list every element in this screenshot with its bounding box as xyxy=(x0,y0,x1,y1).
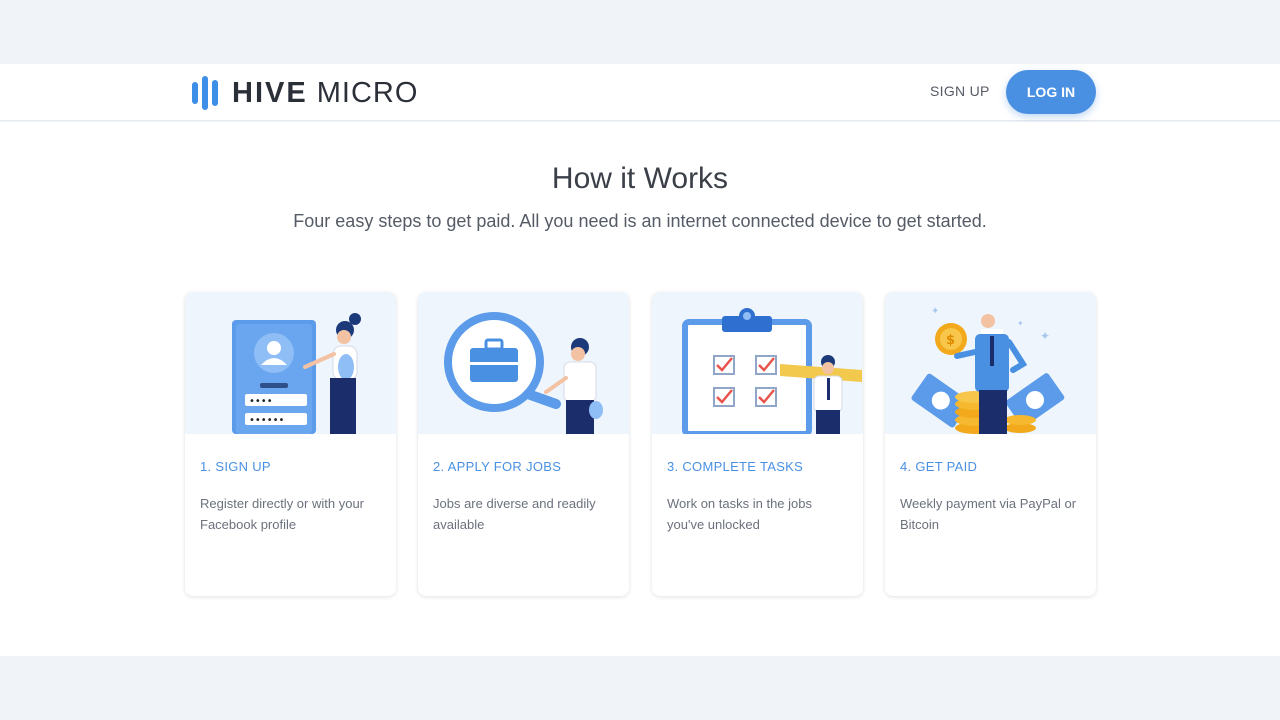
apply-jobs-illustration xyxy=(418,292,629,434)
step-card-get-paid: $ ✦ ✦ ✦ 4. GET PAID Weekly payment via P… xyxy=(885,292,1096,596)
step-description: Work on tasks in the jobs you've unlocke… xyxy=(667,496,812,532)
step-title: 1. SIGN UP xyxy=(200,459,271,474)
signup-illustration: •••• •••••• xyxy=(185,292,396,434)
step-title: 2. APPLY FOR JOBS xyxy=(433,459,562,474)
get-paid-illustration: $ ✦ ✦ ✦ xyxy=(885,292,1096,434)
login-button[interactable]: LOG IN xyxy=(1006,70,1096,114)
step-card-apply: 2. APPLY FOR JOBS Jobs are diverse and r… xyxy=(418,292,629,596)
step-description: Weekly payment via PayPal or Bitcoin xyxy=(900,496,1077,532)
logo-bold-text: HIVE xyxy=(232,76,308,109)
logo-bars-icon xyxy=(192,76,218,110)
step-card-complete: 3. COMPLETE TASKS Work on tasks in the j… xyxy=(652,292,863,596)
top-band xyxy=(0,0,1280,64)
logo[interactable]: HIVE MICRO xyxy=(192,76,418,110)
step-card-signup: •••• •••••• 1. SIGN UP Register directly… xyxy=(185,292,396,596)
how-it-works-section: How it Works Four easy steps to get paid… xyxy=(0,122,1280,656)
svg-text:$: $ xyxy=(946,333,955,348)
step-description: Jobs are diverse and readily available xyxy=(433,496,596,532)
step-title: 4. GET PAID xyxy=(900,459,978,474)
site-header: HIVE MICRO SIGN UP LOG IN xyxy=(0,64,1280,121)
step-title: 3. COMPLETE TASKS xyxy=(667,459,804,474)
svg-text:✦: ✦ xyxy=(1040,329,1050,343)
bottom-band xyxy=(0,656,1280,720)
section-subtitle: Four easy steps to get paid. All you nee… xyxy=(293,211,987,231)
logo-text: HIVE MICRO xyxy=(232,77,418,110)
svg-text:••••••: •••••• xyxy=(249,415,284,426)
logo-light-text: MICRO xyxy=(316,76,419,109)
signup-link[interactable]: SIGN UP xyxy=(930,83,990,99)
svg-text:••••: •••• xyxy=(249,396,273,407)
complete-tasks-illustration xyxy=(652,292,863,434)
section-title: How it Works xyxy=(551,162,729,195)
svg-text:✦: ✦ xyxy=(1017,319,1024,328)
svg-text:✦: ✦ xyxy=(931,306,939,317)
step-description: Register directly or with your Facebook … xyxy=(200,496,364,532)
